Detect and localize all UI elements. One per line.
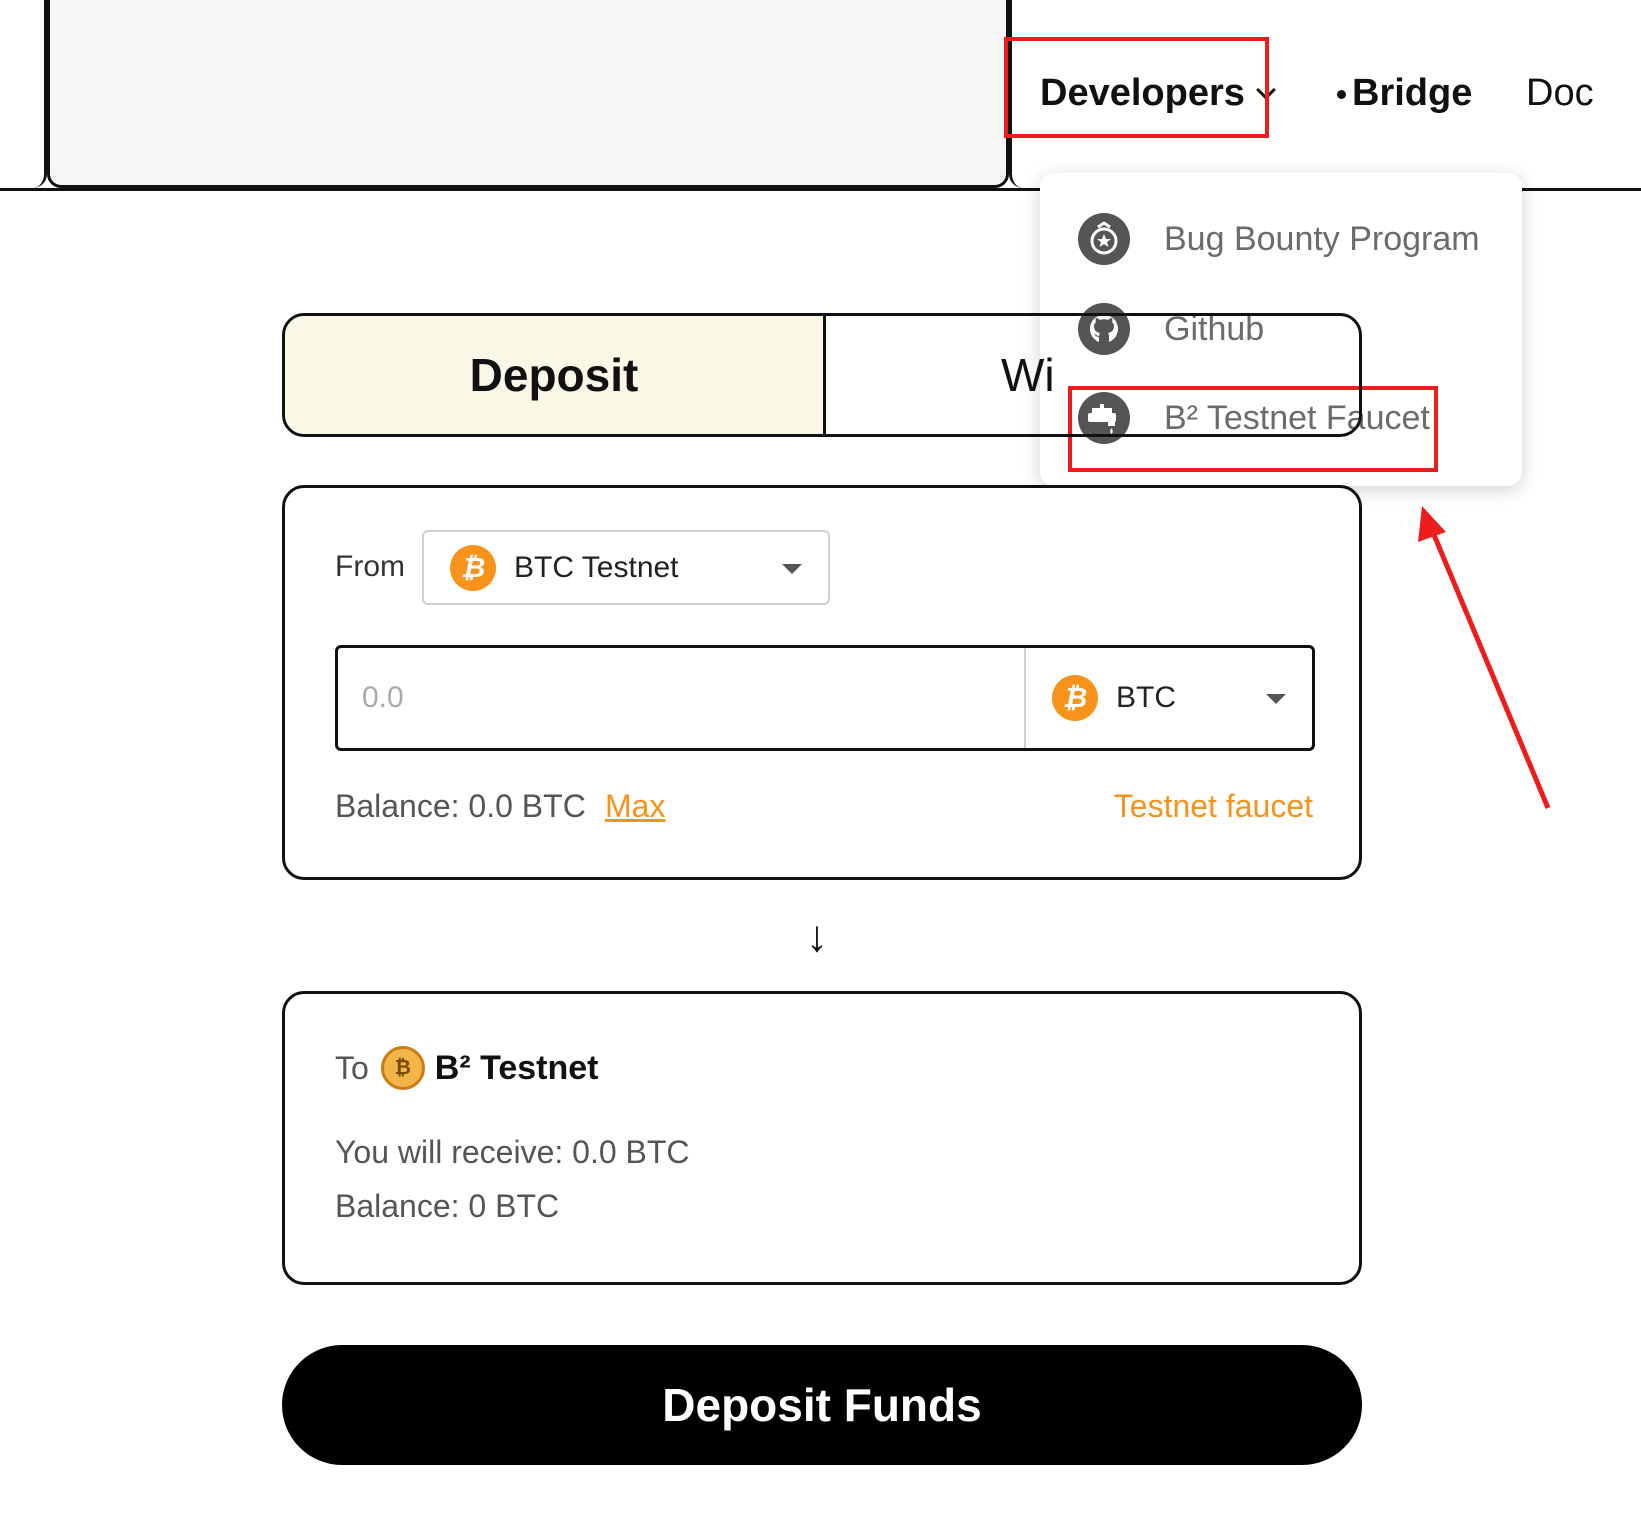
header-blank-panel xyxy=(47,0,1009,188)
nav-doc-label: Doc xyxy=(1526,72,1594,114)
to-label: To xyxy=(335,1049,369,1086)
annotation-box-developers xyxy=(1004,37,1269,138)
receive-amount: You will receive: 0.0 BTC xyxy=(335,1134,690,1170)
bitcoin-icon: ₿ xyxy=(450,544,496,591)
bitcoin-icon: ₿ xyxy=(1052,675,1098,721)
to-network-name: B² Testnet xyxy=(434,1048,599,1087)
token-select[interactable]: ₿ BTC xyxy=(1024,648,1312,748)
amount-input[interactable] xyxy=(338,648,1024,748)
to-card: To ₿ B² Testnet You will receive: 0.0 BT… xyxy=(282,991,1362,1285)
to-row: To ₿ B² Testnet xyxy=(335,1046,599,1090)
from-label: From xyxy=(335,550,405,583)
testnet-faucet-link[interactable]: Testnet faucet xyxy=(1114,788,1313,825)
nav-bridge-label: Bridge xyxy=(1352,72,1473,114)
caret-down-icon xyxy=(782,564,802,574)
arrow-down-icon: ↓ xyxy=(806,912,828,961)
amount-row: ₿ BTC xyxy=(335,645,1315,751)
header-left-edge xyxy=(0,0,47,188)
active-dot-icon xyxy=(1337,90,1346,99)
annotation-arrow xyxy=(1418,506,1551,809)
deposit-funds-button[interactable]: Deposit Funds xyxy=(282,1345,1362,1465)
tab-withdraw[interactable]: Wi xyxy=(826,316,1359,434)
medal-icon xyxy=(1078,213,1130,265)
tab-deposit[interactable]: Deposit xyxy=(285,316,826,434)
caret-down-icon xyxy=(1266,694,1286,704)
b2-network-icon: ₿ xyxy=(380,1046,425,1090)
from-balance: Balance: 0.0 BTC xyxy=(335,788,586,824)
nav-bridge[interactable]: Bridge xyxy=(1337,70,1472,116)
to-balance: Balance: 0 BTC xyxy=(335,1188,560,1224)
from-network-name: BTC Testnet xyxy=(514,550,679,584)
from-network-select[interactable]: ₿ BTC Testnet xyxy=(422,530,830,605)
menu-item-bug-bounty[interactable]: Bug Bounty Program xyxy=(1078,211,1480,267)
from-card: From ₿ BTC Testnet ₿ BTC Balance: 0.0 BT… xyxy=(282,485,1362,880)
nav-doc[interactable]: Doc xyxy=(1526,70,1594,116)
menu-item-label: Bug Bounty Program xyxy=(1164,219,1480,258)
max-link[interactable]: Max xyxy=(605,788,665,825)
token-name: BTC xyxy=(1116,681,1176,714)
bridge-tabs: Deposit Wi xyxy=(282,313,1362,437)
